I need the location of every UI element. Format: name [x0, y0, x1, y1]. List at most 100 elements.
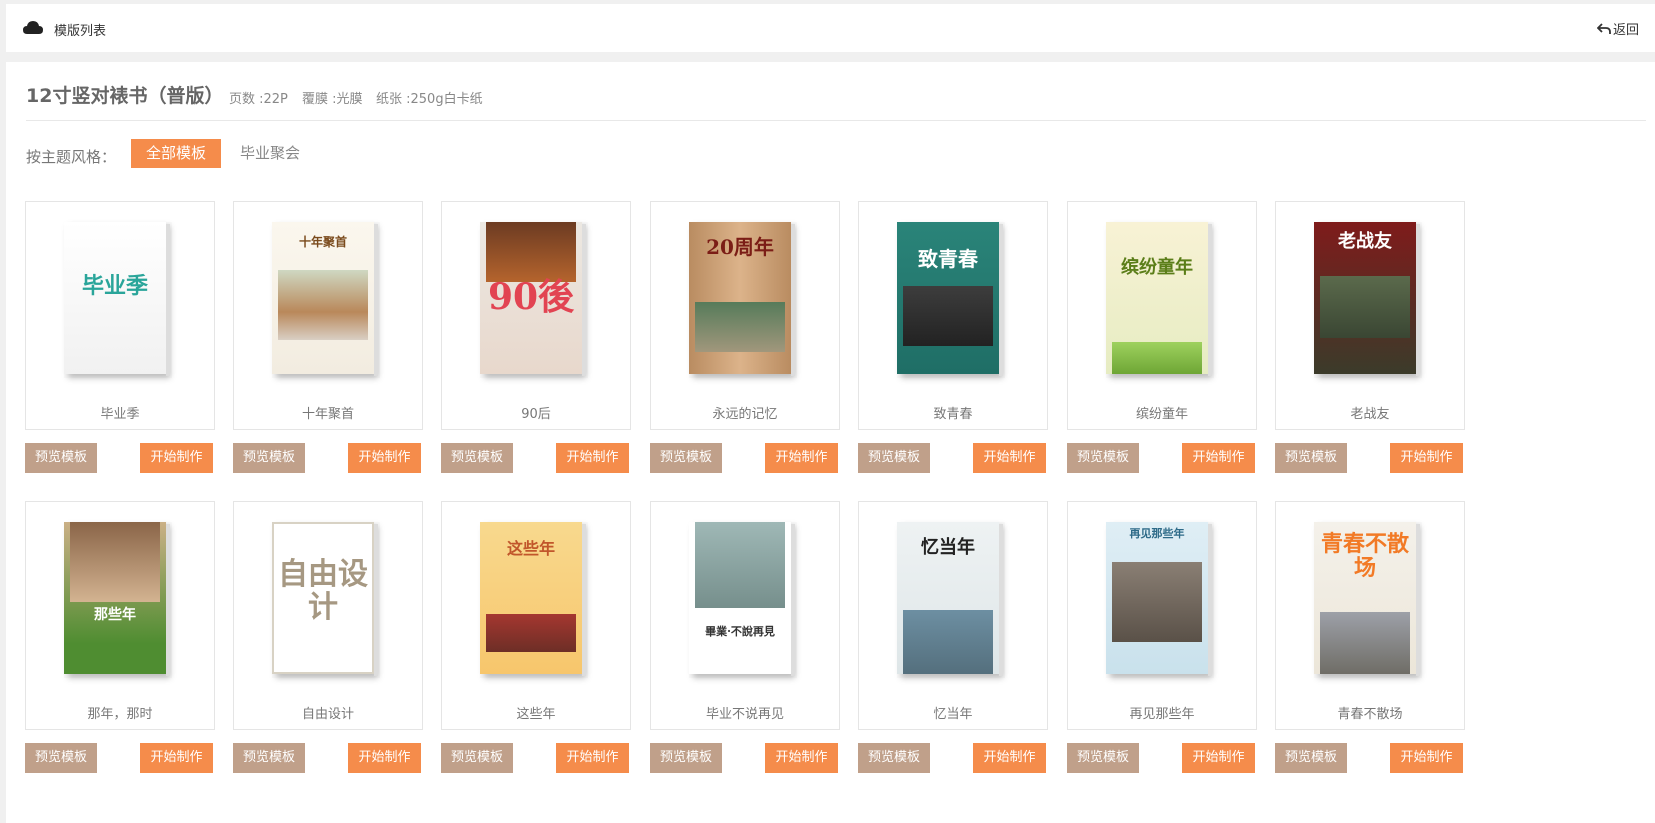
preview-template-button[interactable]: 预览模板	[233, 443, 305, 473]
start-making-button[interactable]: 开始制作	[556, 443, 629, 473]
cover-title: 致青春	[918, 247, 978, 271]
cover-photo	[278, 270, 368, 340]
start-making-button[interactable]: 开始制作	[140, 743, 213, 773]
cover-title: 自由设计	[278, 557, 368, 625]
start-making-button[interactable]: 开始制作	[973, 743, 1046, 773]
template-cover-image[interactable]: 青春不散场	[1314, 522, 1422, 678]
preview-template-button[interactable]: 预览模板	[858, 743, 930, 773]
book-spine	[1416, 524, 1420, 676]
template-cover-image[interactable]: 忆当年	[897, 522, 1005, 678]
cover-photo	[1112, 342, 1202, 374]
filter-graduation-party[interactable]: 毕业聚会	[225, 139, 315, 168]
cover-photo	[1112, 562, 1202, 642]
cover-photo	[695, 302, 785, 352]
preview-template-button[interactable]: 预览模板	[1275, 443, 1347, 473]
preview-template-button[interactable]: 预览模板	[25, 443, 97, 473]
template-cover-image[interactable]: 十年聚首	[272, 222, 380, 378]
cloud-icon	[23, 21, 43, 34]
preview-template-button[interactable]: 预览模板	[650, 743, 722, 773]
cover-title: 十年聚首	[298, 235, 347, 249]
start-making-button[interactable]: 开始制作	[140, 443, 213, 473]
template-cover-image[interactable]: 致青春	[897, 222, 1005, 378]
template-card[interactable]: 畢業·不說再見 毕业不说再见	[650, 501, 840, 730]
preview-template-button[interactable]: 预览模板	[441, 743, 513, 773]
template-name: 毕业季	[100, 407, 140, 422]
template-card[interactable]: 那些年那年，那时	[25, 501, 215, 730]
template-cover-image[interactable]: 这些年	[480, 522, 588, 678]
book-spine	[582, 524, 586, 676]
cover-photo	[903, 610, 993, 674]
product-film: 覆膜 :光膜	[302, 92, 363, 107]
start-making-button[interactable]: 开始制作	[973, 443, 1046, 473]
template-card[interactable]: 毕业季 毕业季	[25, 201, 215, 430]
template-card[interactable]: 缤纷童年 缤纷童年	[1067, 201, 1257, 430]
start-making-button[interactable]: 开始制作	[1182, 743, 1255, 773]
cover-title: 毕业季	[81, 273, 148, 299]
template-cover-image[interactable]: 再见那些年	[1106, 522, 1214, 678]
back-arrow-icon	[1596, 22, 1611, 34]
template-card[interactable]: 20周年永远的记忆	[650, 201, 840, 430]
cover-title: 青春不散场	[1320, 531, 1409, 582]
template-name: 这些年	[516, 707, 556, 722]
book-spine	[374, 224, 378, 376]
start-making-button[interactable]: 开始制作	[348, 743, 421, 773]
start-making-button[interactable]: 开始制作	[556, 743, 629, 773]
preview-template-button[interactable]: 预览模板	[25, 743, 97, 773]
back-button[interactable]: 返回	[1596, 19, 1639, 38]
start-making-button[interactable]: 开始制作	[1182, 443, 1255, 473]
template-name: 致青春	[933, 407, 973, 422]
product-paper: 纸张 :250g白卡纸	[376, 92, 483, 107]
preview-template-button[interactable]: 预览模板	[858, 443, 930, 473]
template-card[interactable]: 青春不散场 青春不散场	[1275, 501, 1465, 730]
template-card[interactable]: 十年聚首 十年聚首	[233, 201, 423, 430]
template-cover-image[interactable]: 毕业季	[64, 222, 172, 378]
template-card[interactable]: 这些年 这些年	[441, 501, 631, 730]
template-card[interactable]: 忆当年 忆当年	[858, 501, 1048, 730]
template-card[interactable]: 再见那些年 再见那些年	[1067, 501, 1257, 730]
cover-title: 20周年	[706, 235, 774, 259]
template-name: 忆当年	[933, 707, 973, 722]
template-name: 永远的记忆	[712, 407, 778, 422]
template-card[interactable]: 致青春 致青春	[858, 201, 1048, 430]
template-card[interactable]: 老战友 老战友	[1275, 201, 1465, 430]
preview-template-button[interactable]: 预览模板	[650, 443, 722, 473]
book-spine	[166, 524, 170, 676]
template-name: 青春不散场	[1337, 707, 1403, 722]
template-cover-image[interactable]: 自由设计	[272, 522, 380, 678]
book-spine	[1208, 224, 1212, 376]
cover-title: 缤纷童年	[1121, 257, 1193, 278]
preview-template-button[interactable]: 预览模板	[1067, 743, 1139, 773]
preview-template-button[interactable]: 预览模板	[233, 743, 305, 773]
cover-photo	[903, 286, 993, 346]
start-making-button[interactable]: 开始制作	[1390, 743, 1463, 773]
filter-label: 按主题风格：	[26, 148, 117, 166]
start-making-button[interactable]: 开始制作	[765, 443, 838, 473]
template-cover-image[interactable]: 90後	[480, 222, 588, 378]
preview-template-button[interactable]: 预览模板	[1275, 743, 1347, 773]
template-panel: 12寸竖对裱书（普版） 页数 :22P 覆膜 :光膜 纸张 :250g白卡纸 按…	[6, 62, 1655, 823]
book-spine	[791, 224, 795, 376]
cover-title: 那些年	[94, 607, 136, 623]
template-card[interactable]: 自由设计 自由设计	[233, 501, 423, 730]
page-title: 模版列表	[54, 24, 107, 39]
start-making-button[interactable]: 开始制作	[765, 743, 838, 773]
template-name: 自由设计	[301, 707, 354, 722]
start-making-button[interactable]: 开始制作	[1390, 443, 1463, 473]
template-cover-image[interactable]: 缤纷童年	[1106, 222, 1214, 378]
preview-template-button[interactable]: 预览模板	[1067, 443, 1139, 473]
filter-all-templates[interactable]: 全部模板	[131, 139, 222, 168]
cover-photo	[486, 614, 576, 652]
template-cover-image[interactable]: 那些年	[64, 522, 172, 678]
template-name: 那年，那时	[87, 707, 153, 722]
product-pages: 页数 :22P	[229, 92, 288, 107]
cover-title: 这些年	[506, 539, 555, 558]
book-spine	[582, 224, 586, 376]
book-spine	[999, 224, 1003, 376]
preview-template-button[interactable]: 预览模板	[441, 443, 513, 473]
start-making-button[interactable]: 开始制作	[348, 443, 421, 473]
template-cover-image[interactable]: 老战友	[1314, 222, 1422, 378]
template-name: 十年聚首	[301, 407, 354, 422]
template-card[interactable]: 90後 90后	[441, 201, 631, 430]
template-cover-image[interactable]: 20周年	[689, 222, 797, 378]
template-cover-image[interactable]: 畢業·不說再見	[689, 522, 797, 678]
